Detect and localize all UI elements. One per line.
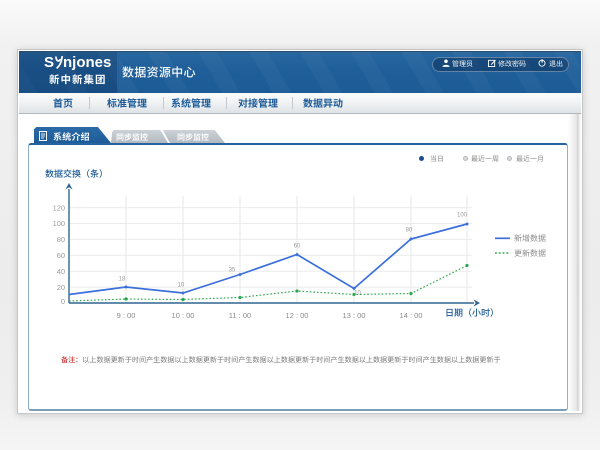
- svg-text:10: 10: [178, 283, 185, 289]
- svg-text:20: 20: [57, 283, 65, 292]
- svg-text:11 : 00: 11 : 00: [229, 311, 251, 320]
- svg-text:80: 80: [406, 228, 413, 234]
- svg-text:35: 35: [229, 268, 236, 274]
- svg-text:9 : 00: 9 : 00: [117, 311, 136, 320]
- svg-text:100: 100: [457, 213, 468, 219]
- svg-text:0: 0: [61, 297, 65, 306]
- svg-text:14 : 00: 14 : 00: [400, 311, 423, 320]
- svg-text:13 : 00: 13 : 00: [343, 311, 366, 320]
- svg-text:80: 80: [57, 235, 65, 244]
- svg-text:12 : 00: 12 : 00: [286, 311, 309, 320]
- svg-text:10 : 00: 10 : 00: [172, 311, 195, 320]
- svg-text:18: 18: [119, 277, 126, 283]
- svg-text:60: 60: [294, 244, 301, 250]
- svg-text:120: 120: [53, 203, 65, 212]
- svg-text:10: 10: [354, 291, 361, 297]
- svg-text:100: 100: [53, 219, 65, 228]
- svg-text:40: 40: [57, 267, 65, 276]
- svg-text:60: 60: [57, 251, 65, 260]
